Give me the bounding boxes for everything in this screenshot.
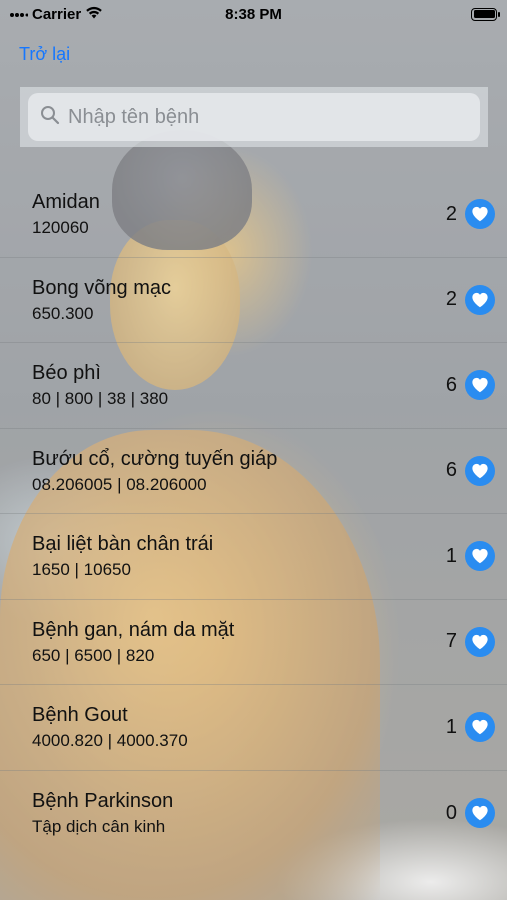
list-item-subtitle: 650 | 6500 | 820 xyxy=(32,645,155,665)
favorite-count: 2 xyxy=(445,202,457,225)
list-item-subtitle: Tập dịch cân kinh xyxy=(32,817,166,837)
heart-icon xyxy=(472,720,488,735)
heart-icon xyxy=(472,292,488,308)
favorite-button[interactable] xyxy=(465,455,495,486)
list-item[interactable]: Béo phì 80 | 800 | 38 | 380 6 xyxy=(0,343,507,429)
favorite-button[interactable] xyxy=(465,199,495,230)
list-item[interactable]: Bệnh Parkinson Tập dịch cân kinh 0 xyxy=(0,771,507,857)
heart-icon xyxy=(472,378,488,393)
list-item[interactable]: Bướu cổ, cường tuyến giáp 08.206005 | 08.… xyxy=(0,429,507,514)
list-item-text: Bệnh gan, nám da mặt 650 | 6500 | 820 xyxy=(32,617,446,667)
heart-icon xyxy=(472,463,488,479)
list-item-subtitle: 1650 | 10650 xyxy=(32,560,131,580)
list-item-title: Bệnh Gout xyxy=(32,704,128,727)
favorite-count: 1 xyxy=(445,715,457,738)
list-item-text: Bệnh Parkinson Tập dịch cân kinh xyxy=(32,788,446,838)
list-item-subtitle: 650.300 xyxy=(32,303,94,323)
status-left: Carrier xyxy=(10,6,103,23)
signal-dots-icon xyxy=(10,6,29,23)
list-item[interactable]: Bong võng mạc 650.300 2 xyxy=(0,258,507,343)
heart-icon xyxy=(472,806,488,821)
favorite-count: 0 xyxy=(445,801,457,824)
search-input[interactable] xyxy=(68,105,468,129)
favorite-button[interactable] xyxy=(465,712,495,743)
search-field[interactable] xyxy=(28,93,480,141)
list-item-title: Bệnh gan, nám da mặt xyxy=(32,618,235,641)
favorite-count: 6 xyxy=(445,459,457,482)
search-icon xyxy=(40,105,60,130)
list-item-text: Bướu cổ, cường tuyến giáp 08.206005 | 08.… xyxy=(32,446,446,496)
wifi-icon xyxy=(85,6,103,23)
list-item[interactable]: Bệnh gan, nám da mặt 650 | 6500 | 820 7 xyxy=(0,600,507,685)
battery-icon xyxy=(471,7,500,21)
list-item-title: Bệnh Parkinson xyxy=(32,790,174,813)
list-item-title: Bong võng mạc xyxy=(32,276,171,299)
favorite-count: 7 xyxy=(445,630,457,653)
list-item-title: Amidan xyxy=(32,191,100,214)
list-item[interactable]: Bại liệt bàn chân trái 1650 | 10650 1 xyxy=(0,514,507,600)
favorite-button[interactable] xyxy=(465,626,495,657)
back-button[interactable]: Trở lại xyxy=(19,44,70,65)
list-item-title: Bướu cổ, cường tuyến giáp xyxy=(32,447,278,470)
heart-icon xyxy=(472,207,488,222)
disease-list: Amidan 120060 2 Bong võng mạc 650.300 2 Béo ph… xyxy=(0,172,507,856)
list-item-title: Bại liệt bàn chân trái xyxy=(32,533,214,556)
list-item-text: Bại liệt bàn chân trái 1650 | 10650 xyxy=(32,531,446,581)
status-bar: Carrier 8:38 PM xyxy=(0,0,507,28)
list-item-text: Bệnh Gout 4000.820 | 4000.370 xyxy=(32,702,446,752)
list-item-subtitle: 08.206005 | 08.206000 xyxy=(32,474,207,494)
favorite-button[interactable] xyxy=(465,541,495,572)
favorite-count: 1 xyxy=(445,544,457,567)
search-bar xyxy=(20,87,488,147)
list-item-subtitle: 120060 xyxy=(32,218,89,238)
list-item[interactable]: Bệnh Gout 4000.820 | 4000.370 1 xyxy=(0,685,507,771)
list-item-title: Béo phì xyxy=(32,362,101,385)
favorite-count: 6 xyxy=(445,373,457,396)
list-item-text: Amidan 120060 xyxy=(32,189,446,239)
favorite-button[interactable] xyxy=(465,798,495,829)
favorite-button[interactable] xyxy=(465,370,495,401)
list-item-subtitle: 80 | 800 | 38 | 380 xyxy=(32,389,169,409)
favorite-count: 2 xyxy=(445,288,457,311)
heart-icon xyxy=(472,634,488,650)
heart-icon xyxy=(472,549,488,564)
list-item-text: Bong võng mạc 650.300 xyxy=(32,275,446,325)
carrier-label: Carrier xyxy=(32,5,82,23)
list-item-text: Béo phì 80 | 800 | 38 | 380 xyxy=(32,360,446,410)
list-item-subtitle: 4000.820 | 4000.370 xyxy=(32,731,188,751)
favorite-button[interactable] xyxy=(465,284,495,315)
list-item[interactable]: Amidan 120060 2 xyxy=(0,172,507,258)
battery-fill xyxy=(473,10,495,18)
